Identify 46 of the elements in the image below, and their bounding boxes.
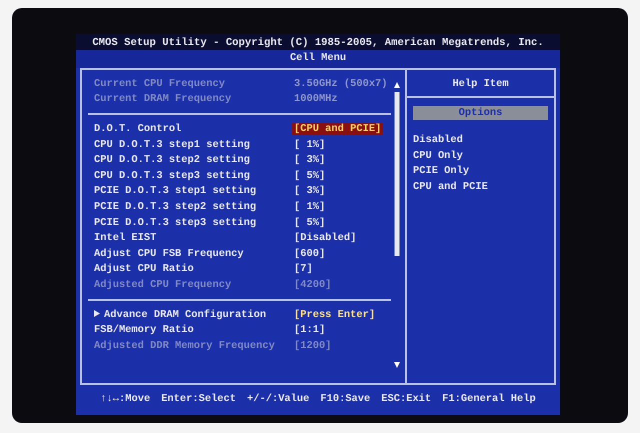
setting-label[interactable]: PCIE D.O.T.3 step1 setting bbox=[94, 185, 292, 198]
setting-label[interactable]: PCIE D.O.T.3 step3 setting bbox=[94, 216, 292, 229]
key-hint: F10:Save bbox=[320, 393, 370, 405]
scrollbar[interactable] bbox=[393, 80, 401, 370]
setting-label[interactable]: CPU D.O.T.3 step1 setting bbox=[94, 138, 292, 151]
setting-value[interactable]: [600] bbox=[292, 248, 328, 260]
setting-label[interactable]: Adjust CPU Ratio bbox=[94, 263, 292, 276]
setting-value[interactable]: [ 1%] bbox=[292, 200, 328, 213]
setting-label: Current CPU Frequency bbox=[94, 78, 226, 90]
setting-value[interactable]: [1:1] bbox=[292, 324, 328, 336]
setting-label[interactable]: CPU D.O.T.3 step3 setting bbox=[94, 170, 292, 182]
setting-value: 3.50GHz (500x7) bbox=[293, 78, 389, 90]
setting-value: 1000MHz bbox=[293, 93, 339, 106]
setting-value[interactable]: [ 1%] bbox=[292, 138, 328, 151]
setting-value[interactable]: [CPU and PCIE] bbox=[292, 122, 384, 135]
setting-value[interactable]: [ 5%] bbox=[292, 216, 328, 229]
option-text: CPU Only bbox=[413, 150, 464, 164]
setting-value[interactable]: [Press Enter] bbox=[292, 308, 378, 321]
setting-label[interactable]: D.O.T. Control bbox=[94, 122, 292, 135]
key-hint: F1:General Help bbox=[442, 393, 536, 405]
setting-value[interactable]: [Disabled] bbox=[292, 232, 358, 244]
option-text: Disabled bbox=[413, 134, 464, 148]
option-text: CPU and PCIE bbox=[413, 180, 489, 195]
option-text: PCIE Only bbox=[413, 165, 470, 180]
key-hint: ↑↓↔:Move bbox=[100, 393, 150, 405]
setting-label: Adjusted CPU Frequency bbox=[94, 278, 232, 291]
setting-label[interactable]: Intel EIST bbox=[94, 232, 292, 244]
setting-label: Adjusted DDR Memory Frequency bbox=[94, 340, 276, 352]
help-title: Help Item bbox=[452, 78, 509, 90]
menu-title: Cell Menu bbox=[290, 52, 346, 64]
key-hint: ESC:Exit bbox=[381, 393, 432, 405]
setting-value[interactable]: [ 3%] bbox=[292, 185, 328, 198]
setting-label[interactable]: CPU D.O.T.3 step2 setting bbox=[94, 154, 292, 166]
setting-label[interactable]: PCIE D.O.T.3 step2 setting bbox=[94, 200, 292, 213]
window-title: CMOS Setup Utility - Copyright (C) 1985-2005, American Megatrends, Inc. bbox=[92, 37, 544, 49]
setting-value[interactable]: [ 3%] bbox=[292, 154, 328, 166]
setting-label[interactable]: Adjust CPU FSB Frequency bbox=[94, 248, 292, 260]
setting-value[interactable]: [ 5%] bbox=[292, 170, 328, 182]
key-hint: +/-/:Value bbox=[247, 393, 310, 405]
setting-value[interactable]: [7] bbox=[292, 263, 315, 276]
submenu-arrow-icon bbox=[94, 310, 100, 317]
setting-label: Current DRAM Frequency bbox=[94, 93, 232, 106]
key-hint: Enter:Select bbox=[161, 393, 236, 405]
options-heading: Options bbox=[413, 106, 548, 120]
submenu-item[interactable]: Advance DRAM Configuration bbox=[94, 308, 292, 321]
setting-label[interactable]: FSB/Memory Ratio bbox=[94, 324, 292, 336]
